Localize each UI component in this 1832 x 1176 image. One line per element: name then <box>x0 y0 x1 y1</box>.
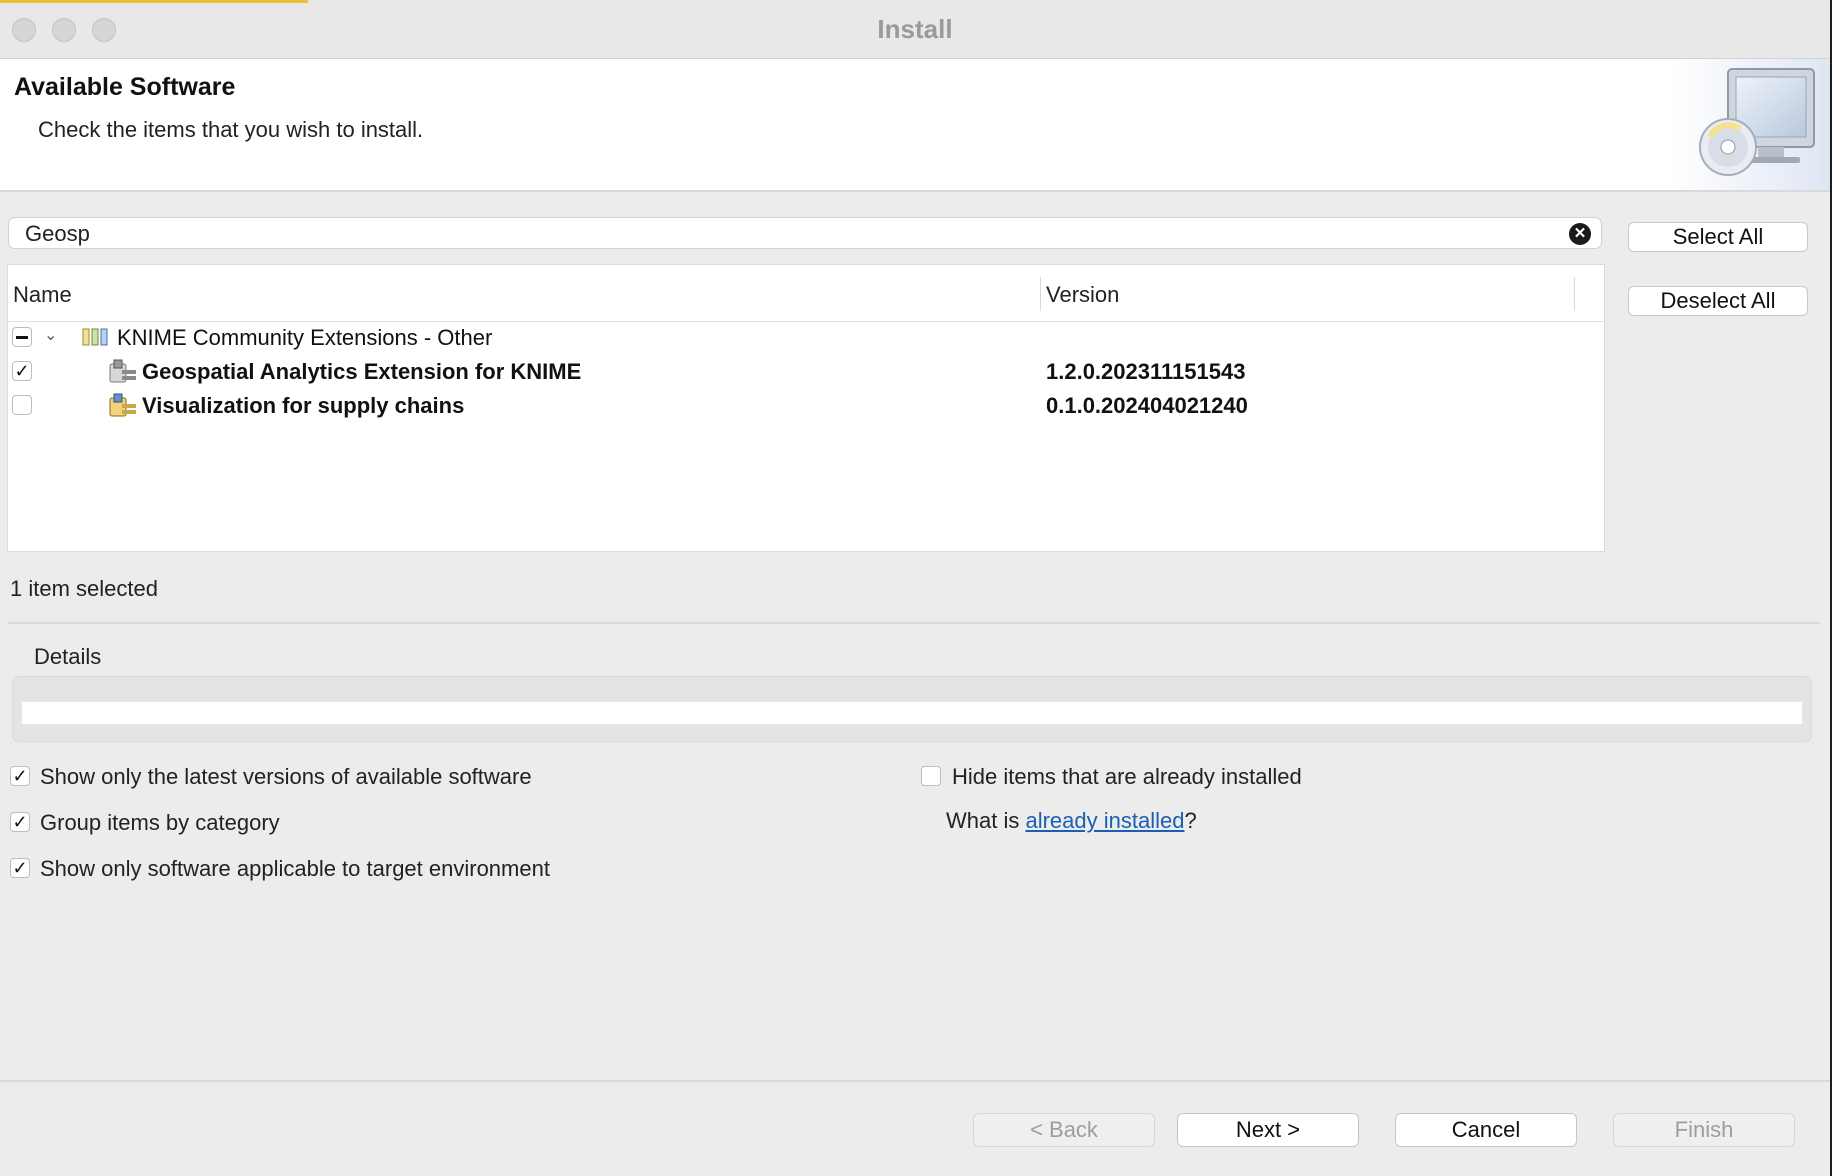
feature-plugin-icon <box>109 359 136 383</box>
already-installed-link[interactable]: already installed <box>1025 808 1184 833</box>
category-icon <box>82 328 108 346</box>
back-button[interactable]: < Back <box>973 1113 1155 1147</box>
wizard-banner: Available Software Check the items that … <box>0 59 1830 192</box>
column-divider[interactable] <box>1040 277 1041 311</box>
software-tree: Name Version ⌄ KNIME Community Extension… <box>7 264 1605 552</box>
page-description: Check the items that you wish to install… <box>38 117 424 142</box>
group-by-category-checkbox[interactable]: ✓ <box>10 812 30 832</box>
item-version: 1.2.0.202311151543 <box>1046 359 1246 384</box>
details-panel <box>12 676 1812 742</box>
group-by-category-label[interactable]: Group items by category <box>40 810 280 836</box>
category-row[interactable]: ⌄ KNIME Community Extensions - Other <box>8 320 1604 354</box>
next-button[interactable]: Next > <box>1177 1113 1359 1147</box>
install-dialog: Install Available Software Check the ite… <box>0 0 1830 1176</box>
column-divider[interactable] <box>1574 277 1575 311</box>
hide-installed-checkbox[interactable] <box>921 766 941 786</box>
what-is-suffix: ? <box>1184 808 1197 833</box>
table-row[interactable]: Visualization for supply chains 0.1.0.20… <box>8 388 1604 422</box>
column-header-version[interactable]: Version <box>1046 282 1119 308</box>
item-checkbox[interactable] <box>12 395 32 415</box>
selection-status: 1 item selected <box>10 576 158 601</box>
page-title: Available Software <box>14 73 236 101</box>
finish-button[interactable]: Finish <box>1613 1113 1795 1147</box>
deselect-all-button[interactable]: Deselect All <box>1628 286 1808 316</box>
filter-input[interactable] <box>23 220 1547 248</box>
monitor-with-cd-icon <box>1670 59 1830 190</box>
feature-plugin-icon <box>109 393 136 417</box>
hide-installed-label[interactable]: Hide items that are already installed <box>952 764 1302 790</box>
table-row[interactable]: ✓ Geospatial Analytics Extension for KNI… <box>8 354 1604 388</box>
what-is-prefix: What is <box>946 808 1026 833</box>
tree-header: Name Version <box>8 265 1604 322</box>
details-text[interactable] <box>21 701 1803 725</box>
applicable-only-label[interactable]: Show only software applicable to target … <box>40 856 550 882</box>
top-accent-strip <box>0 0 308 3</box>
filter-field[interactable]: ✕ <box>8 217 1602 249</box>
applicable-only-checkbox[interactable]: ✓ <box>10 858 30 878</box>
footer-divider <box>0 1080 1830 1082</box>
cancel-button[interactable]: Cancel <box>1395 1113 1577 1147</box>
category-checkbox[interactable] <box>12 327 32 347</box>
category-label: KNIME Community Extensions - Other <box>117 325 493 350</box>
clear-circle-icon[interactable]: ✕ <box>1569 223 1591 245</box>
item-label: Geospatial Analytics Extension for KNIME <box>142 359 582 384</box>
item-version: 0.1.0.202404021240 <box>1046 393 1248 418</box>
divider <box>8 622 1820 624</box>
chevron-down-icon[interactable]: ⌄ <box>44 325 57 345</box>
details-label: Details <box>34 644 102 669</box>
what-is-installed-text: What is already installed? <box>946 808 1197 834</box>
item-checkbox[interactable]: ✓ <box>12 361 32 381</box>
select-all-button[interactable]: Select All <box>1628 222 1808 252</box>
latest-versions-label[interactable]: Show only the latest versions of availab… <box>40 764 532 790</box>
window-title: Install <box>877 14 953 44</box>
title-bar: Install <box>0 0 1830 59</box>
column-header-name[interactable]: Name <box>13 282 72 308</box>
latest-versions-checkbox[interactable]: ✓ <box>10 766 30 786</box>
item-label: Visualization for supply chains <box>142 393 465 418</box>
